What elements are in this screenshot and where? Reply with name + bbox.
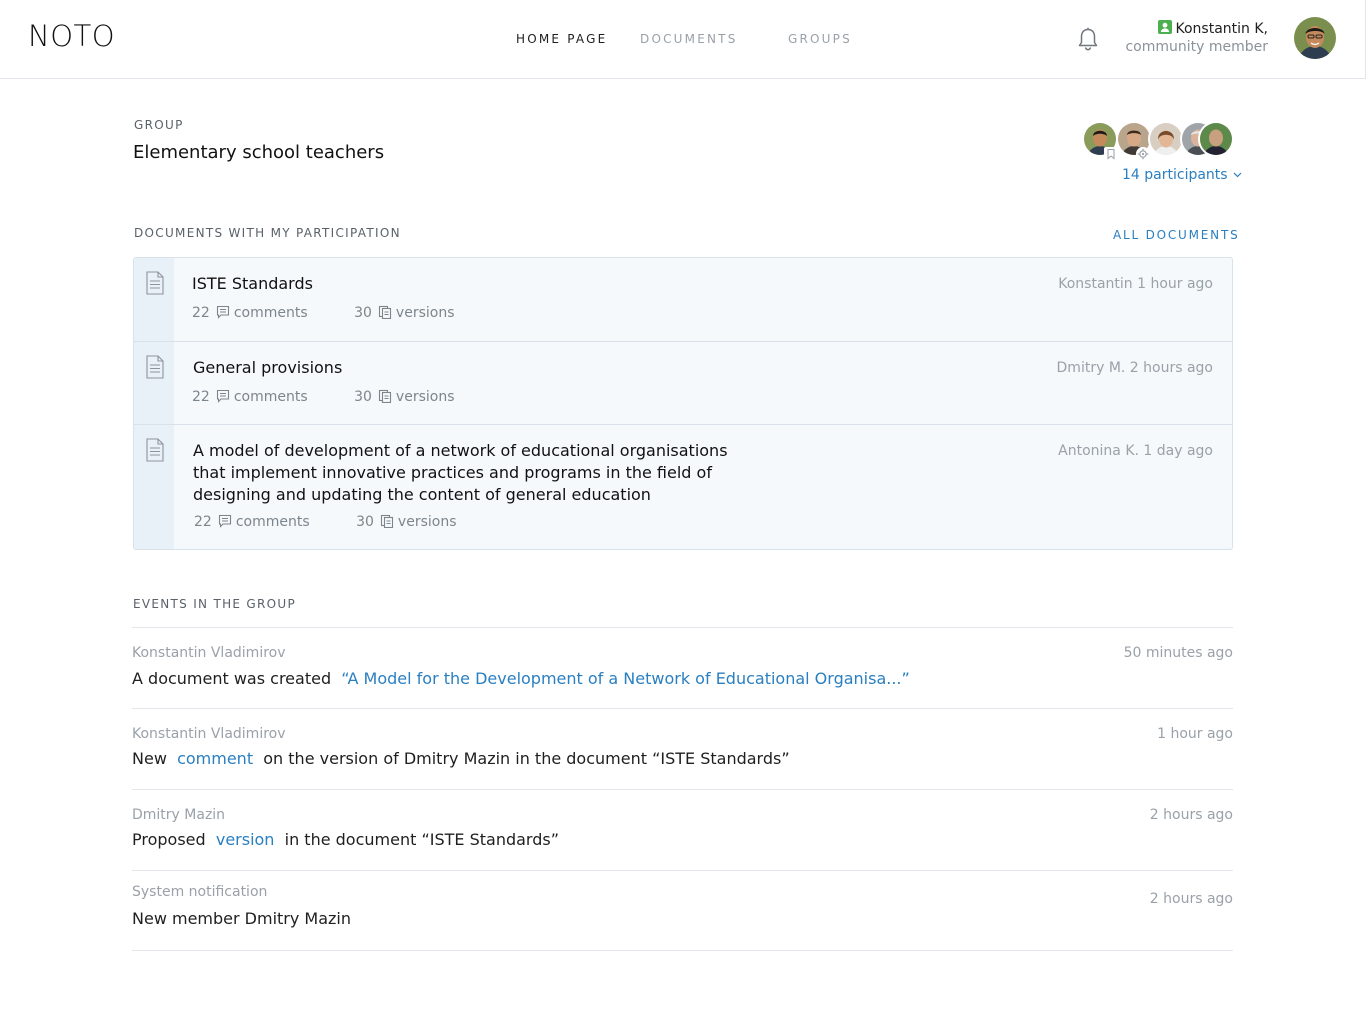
participants-avatars[interactable] — [1082, 121, 1236, 161]
event-time: 2 hours ago — [1149, 807, 1233, 823]
document-title-line: that implement innovative practices and … — [193, 463, 712, 482]
document-item[interactable]: ISTE Standards 22 comments 30 versions Kon… — [134, 258, 1232, 341]
event-item: Dmitry Mazin 2 hours ago Proposed versio… — [132, 789, 1233, 870]
document-item[interactable]: A model of development of a network of e… — [134, 424, 1232, 549]
comment-icon — [216, 305, 229, 319]
document-author-time: Konstantin 1 hour ago — [1058, 276, 1213, 292]
nav-groups[interactable]: GROUPS — [788, 31, 852, 47]
participants-label: 14 participants — [1122, 167, 1228, 183]
versions-icon — [378, 305, 391, 319]
comments-count: 22 — [192, 305, 210, 321]
documents-list: ISTE Standards 22 comments 30 versions Kon… — [133, 257, 1233, 550]
document-icon — [146, 271, 164, 295]
event-item: System notification 2 hours ago New memb… — [132, 870, 1233, 951]
document-side — [134, 258, 174, 341]
event-time: 2 hours ago — [1149, 891, 1233, 907]
document-title-line: A model of development of a network of e… — [193, 441, 728, 460]
participant-avatar[interactable] — [1148, 121, 1184, 157]
all-documents-link[interactable]: ALL DOCUMENTS — [1113, 227, 1240, 243]
versions-icon — [378, 389, 391, 403]
bookmark-icon — [1104, 147, 1118, 161]
event-author: Konstantin Vladimirov — [132, 726, 286, 742]
page-title: Elementary school teachers — [133, 142, 385, 163]
events-section-title: EVENTS IN THE GROUP — [133, 597, 296, 611]
comments-count: 22 — [192, 389, 210, 405]
event-item: Konstantin Vladimirov 50 minutes ago A d… — [132, 627, 1233, 708]
documents-section-title: DOCUMENTS WITH MY PARTICIPATION — [134, 226, 401, 240]
document-item[interactable]: General provisions 22 comments 30 versions… — [134, 341, 1232, 424]
event-text: A document was created “A Model for the … — [132, 668, 910, 690]
events-list: Konstantin Vladimirov 50 minutes ago A d… — [132, 627, 1233, 951]
event-version-link[interactable]: version — [216, 830, 275, 849]
event-text-pre: Proposed — [132, 830, 206, 849]
group-label: GROUP — [134, 118, 184, 132]
event-text: New member Dmitry Mazin — [132, 909, 352, 928]
comment-icon — [218, 514, 231, 528]
document-author-time: Dmitry M. 2 hours ago — [1056, 360, 1213, 376]
comment-icon — [216, 389, 229, 403]
versions-count: 30 — [356, 514, 374, 530]
document-side — [134, 342, 174, 424]
participants-link[interactable]: 14 participants — [1122, 166, 1242, 184]
comments-label: comments — [235, 514, 310, 530]
event-author: Dmitry Mazin — [132, 807, 226, 823]
user-info[interactable]: Konstantin K, community member — [1100, 20, 1268, 57]
user-name: Konstantin K, — [1175, 21, 1269, 37]
document-icon — [146, 355, 164, 379]
event-comment-link[interactable]: comment — [177, 749, 253, 768]
versions-count: 30 — [354, 389, 372, 405]
event-text-post: on the version of Dmitry Mazin in the do… — [263, 749, 790, 768]
event-time: 1 hour ago — [1157, 726, 1233, 742]
versions-label: versions — [395, 389, 455, 405]
user-name-line: Konstantin K, — [1100, 20, 1268, 38]
user-badge-icon — [1157, 20, 1172, 34]
event-time: 50 minutes ago — [1123, 645, 1233, 661]
nav-documents[interactable]: DOCUMENTS — [640, 31, 738, 47]
versions-icon — [380, 514, 393, 528]
user-role: community member — [1125, 39, 1268, 55]
nav-home-page[interactable]: HOME PAGE — [516, 31, 607, 47]
event-text: New comment on the version of Dmitry Maz… — [132, 748, 790, 770]
versions-label: versions — [395, 305, 455, 321]
gear-icon — [1136, 147, 1150, 161]
avatar[interactable] — [1294, 17, 1336, 59]
top-bar: NOTO HOME PAGE DOCUMENTS GROUPS Konstant… — [0, 0, 1366, 79]
document-title[interactable]: ISTE Standards — [192, 273, 313, 295]
document-author-time: Antonina K. 1 day ago — [1058, 443, 1213, 459]
event-text-pre: New — [132, 749, 167, 768]
event-text: Proposed version in the document “ISTE S… — [132, 829, 559, 851]
chevron-down-icon — [1233, 172, 1242, 178]
event-author: Konstantin Vladimirov — [132, 645, 286, 661]
event-text-post: in the document “ISTE Standards” — [284, 830, 559, 849]
document-title[interactable]: A model of development of a network of e… — [193, 440, 728, 506]
event-text-pre: A document was created — [132, 669, 332, 688]
document-meta: 22 comments 30 versions — [192, 304, 497, 322]
document-title[interactable]: General provisions — [193, 357, 342, 379]
document-meta: 22 comments 30 versions — [194, 513, 499, 531]
event-document-link[interactable]: “A Model for the Development of a Networ… — [341, 669, 910, 688]
comments-label: comments — [233, 305, 308, 321]
event-author: System notification — [132, 884, 268, 900]
document-side — [134, 425, 174, 549]
document-title-line: designing and updating the content of ge… — [193, 485, 651, 504]
versions-count: 30 — [354, 305, 372, 321]
comments-label: comments — [233, 389, 308, 405]
comments-count: 22 — [194, 514, 212, 530]
participant-avatar[interactable] — [1198, 121, 1234, 157]
document-meta: 22 comments 30 versions — [192, 388, 497, 406]
event-item: Konstantin Vladimirov 1 hour ago New com… — [132, 708, 1233, 789]
versions-label: versions — [397, 514, 457, 530]
bell-icon[interactable] — [1075, 26, 1101, 52]
document-icon — [146, 438, 164, 462]
